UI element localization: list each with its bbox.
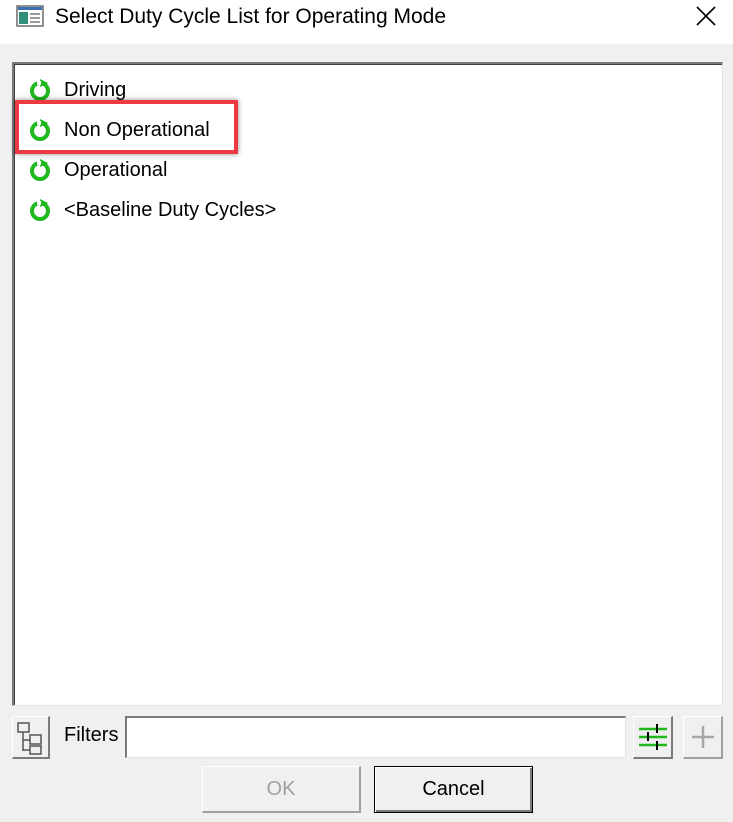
close-icon: [695, 6, 716, 26]
add-filter-button[interactable]: [683, 716, 723, 759]
green-refresh-icon: [30, 159, 50, 181]
list-item-label: Operational: [64, 158, 168, 181]
plus-icon: [692, 726, 714, 748]
cancel-button[interactable]: Cancel: [374, 766, 533, 813]
filter-lines-icon: [639, 724, 667, 750]
green-refresh-icon: [30, 79, 50, 101]
tree-view-button[interactable]: [12, 716, 50, 759]
list-item-label: <Baseline Duty Cycles>: [64, 198, 277, 221]
list-item-baseline-duty-cycles[interactable]: <Baseline Duty Cycles>: [28, 192, 276, 228]
filter-apply-button[interactable]: [633, 716, 673, 759]
title-bar: Select Duty Cycle List for Operating Mod…: [0, 0, 733, 44]
duty-cycle-list[interactable]: Driving Non Operational Operational <Bas…: [12, 62, 723, 706]
ok-button[interactable]: OK: [202, 766, 361, 813]
filters-input[interactable]: [125, 716, 626, 758]
window-app-icon: [16, 5, 44, 27]
filters-label: Filters: [64, 724, 119, 746]
selection-highlight: [15, 100, 238, 154]
window-title: Select Duty Cycle List for Operating Mod…: [55, 5, 447, 28]
tree-view-icon: [17, 722, 42, 755]
list-item-operational[interactable]: Operational: [28, 152, 167, 188]
green-refresh-icon: [30, 199, 50, 221]
list-item-label: Driving: [64, 78, 127, 101]
close-button[interactable]: [678, 0, 733, 32]
